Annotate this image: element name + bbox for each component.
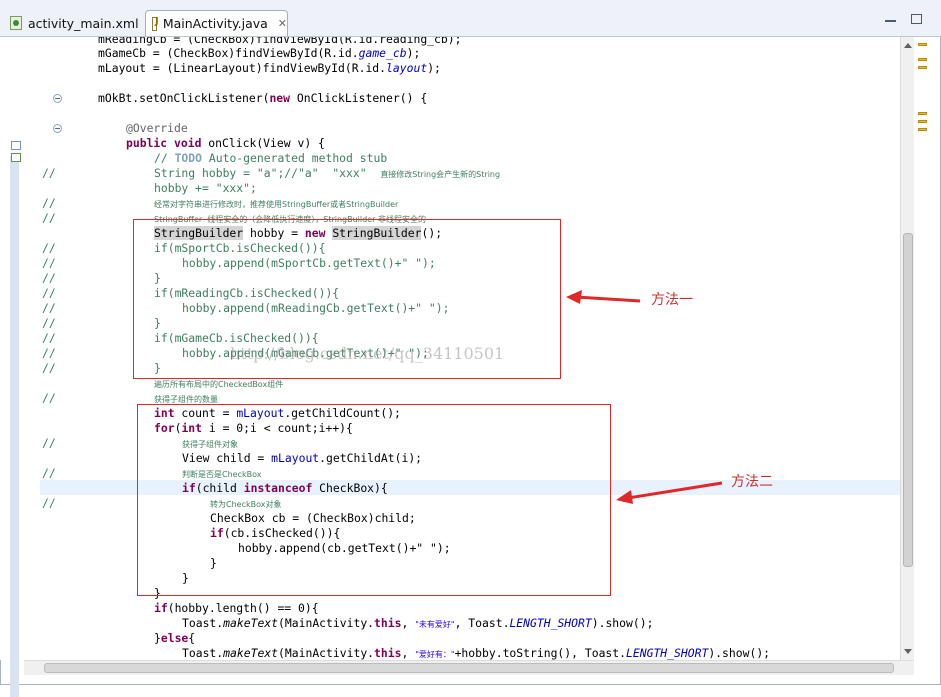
line-comment-marker: // (42, 286, 56, 300)
tab-label: MainActivity.java (162, 16, 268, 31)
override-marker-icon[interactable] (11, 141, 21, 150)
tab-activity-main-xml[interactable]: activity_main.xml (2, 11, 144, 35)
code-line: String hobby = "a";//"a" "xxx" 直接修改Strin… (154, 166, 501, 180)
fold-toggle-icon[interactable] (53, 124, 62, 133)
code-line: // TODO Auto-generated method stub (154, 151, 388, 165)
change-ruler-bar (10, 156, 19, 697)
code-line: public void onClick(View v) { (126, 136, 325, 150)
method1-highlight-box (133, 219, 561, 379)
line-comment-marker: // (42, 166, 56, 180)
code-line: }else{ (154, 631, 196, 645)
line-comment-marker: // (42, 466, 56, 480)
line-comment-marker: // (42, 316, 56, 330)
scroll-down-icon[interactable] (904, 649, 912, 654)
code-line: Toast.makeText(MainActivity.this, "未有爱好"… (182, 616, 654, 630)
scroll-up-icon[interactable] (904, 43, 912, 48)
warning-marker-icon[interactable] (918, 128, 927, 131)
overview-ruler (914, 37, 939, 660)
line-comment-marker: // (42, 391, 56, 405)
tab-main-activity-java[interactable]: MainActivity.java ✕ (145, 10, 288, 36)
line-comment-marker: // (42, 271, 56, 285)
annotation-arrow-2 (616, 481, 723, 504)
task-marker-icon[interactable] (11, 153, 21, 162)
warning-marker-icon[interactable] (918, 66, 927, 69)
warning-marker-icon[interactable] (918, 43, 927, 46)
line-comment-marker: // (42, 346, 56, 360)
line-comment-marker: // (42, 256, 56, 270)
scroll-thumb[interactable] (903, 233, 913, 567)
code-line: mLayout = (LinearLayout)findViewById(R.i… (98, 61, 441, 75)
line-comment-marker: // (42, 331, 56, 345)
code-line: if(hobby.length() == 0){ (154, 601, 319, 615)
line-comment-marker: // (42, 436, 56, 450)
code-line: @Override (126, 121, 188, 135)
line-comment-marker: // (42, 241, 56, 255)
xml-file-icon (10, 16, 22, 30)
warning-marker-icon[interactable] (918, 112, 927, 115)
method1-label: 方法一 (651, 292, 693, 308)
method2-label: 方法二 (731, 474, 773, 490)
maximize-icon[interactable] (911, 14, 922, 24)
left-ruler (0, 37, 24, 697)
java-file-icon (152, 16, 158, 31)
scroll-thumb[interactable] (44, 663, 894, 673)
vertical-scrollbar[interactable] (900, 37, 915, 660)
code-line: mGameCb = (CheckBox)findViewById(R.id.ga… (98, 46, 421, 60)
code-line: hobby += "xxx"; (154, 181, 257, 195)
editor-tab-bar: activity_main.xml MainActivity.java ✕ (0, 0, 941, 37)
line-comment-marker: // (42, 301, 56, 315)
minimize-icon[interactable] (885, 14, 896, 22)
horizontal-scrollbar[interactable] (24, 660, 914, 675)
line-comment-marker: // (42, 211, 56, 225)
annotation-arrow-1 (566, 290, 641, 304)
warning-marker-icon[interactable] (918, 58, 927, 61)
fold-toggle-icon[interactable] (53, 94, 62, 103)
code-line: mOkBt.setOnClickListener(new OnClickList… (98, 91, 428, 105)
code-line: 经常对字符串进行修改时，推荐使用StringBuffer或者StringBuil… (154, 200, 399, 209)
method2-highlight-box (137, 404, 611, 596)
close-icon[interactable]: ✕ (278, 17, 287, 30)
warning-marker-icon[interactable] (918, 120, 927, 123)
code-line: Toast.makeText(MainActivity.this, "爱好有："… (182, 646, 771, 660)
line-comment-marker: // (42, 496, 56, 510)
tab-label: activity_main.xml (28, 15, 139, 31)
line-comment-marker: // (42, 361, 56, 375)
line-comment-marker: // (42, 196, 56, 210)
